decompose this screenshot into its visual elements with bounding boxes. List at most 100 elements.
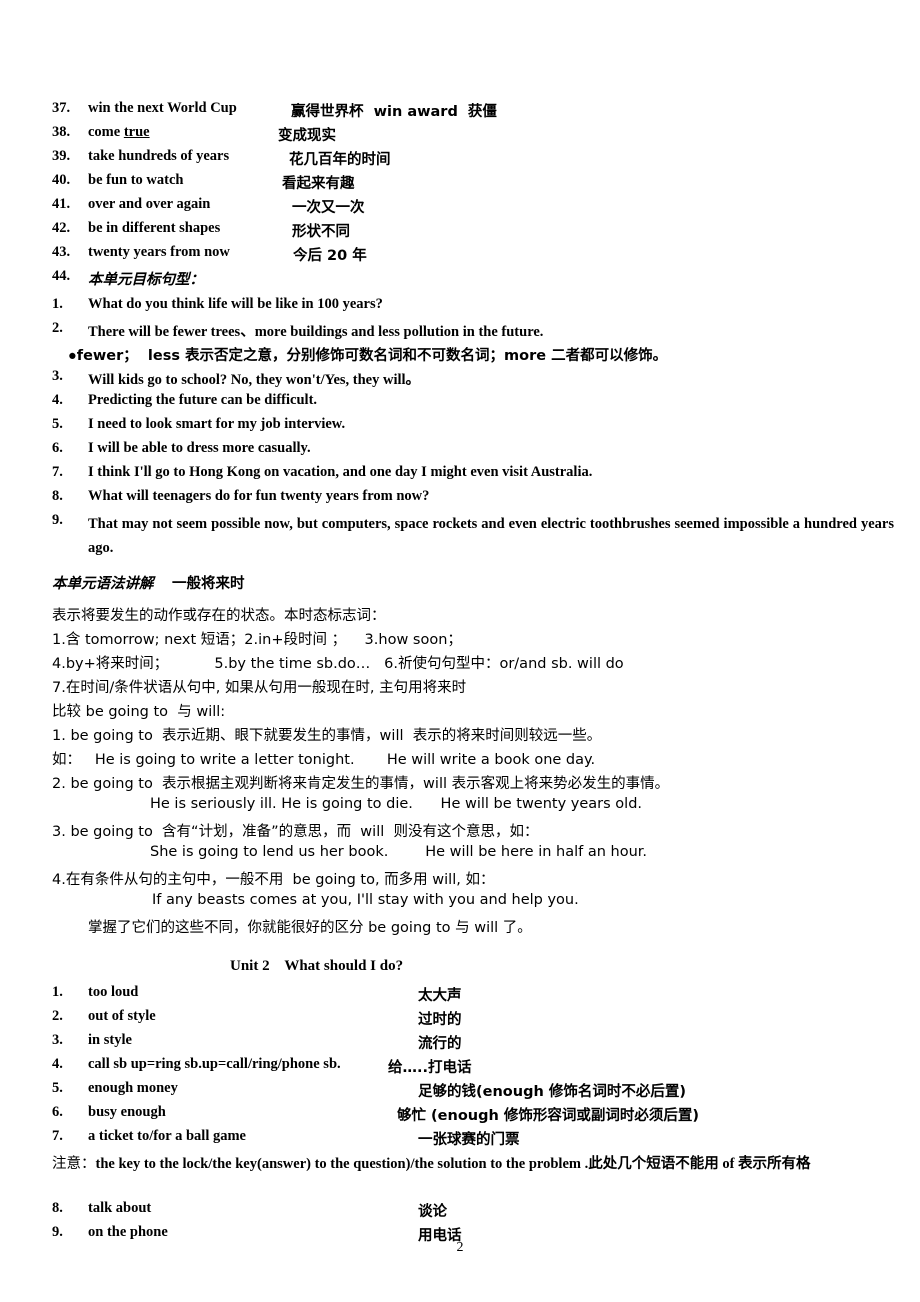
grammar-compare-example: He is seriously ill. He is going to die.…	[150, 796, 643, 812]
vocab-english: on the phone	[88, 1224, 168, 1240]
grammar-compare-example: She is going to lend us her book. He wil…	[150, 844, 648, 860]
vocab-chinese: 形状不同	[292, 224, 350, 240]
page-number: 2	[456, 1240, 464, 1255]
grammar-heading-label: 本单元语法讲解	[52, 576, 154, 592]
vocab-english: be fun to watch	[88, 172, 184, 188]
grammar-compare-example: If any beasts comes at you, I'll stay wi…	[152, 892, 579, 908]
vocab-row: 4. call sb up=ring sb.up=call/ring/phone…	[0, 1056, 920, 1080]
vocab-chinese: 够忙 (enough 修饰形容词或副词时必须后置)	[397, 1108, 699, 1124]
grammar-marker-line: 4.by+将来时间； 5.by the time sb.do… 6.祈使句句型中…	[52, 652, 624, 673]
sentence-number: 3.	[52, 368, 63, 384]
vocab-english: call sb up=ring sb.up=call/ring/phone sb…	[88, 1056, 341, 1072]
grammar-compare-line: 1. be going to 表示近期、眼下就要发生的事情，will 表示的将来…	[52, 728, 602, 744]
vocab-number: 38.	[52, 124, 71, 140]
sentence-text: What will teenagers do for fun twenty ye…	[88, 488, 430, 504]
vocab-row: 40. be fun to watch 看起来有趣	[0, 172, 920, 196]
sentence-number: 9.	[52, 512, 63, 528]
grammar-compare-line: 4.在有条件从句的主句中，一般不用 be going to, 而多用 will,…	[52, 872, 495, 888]
vocab-chinese: 今后 20 年	[293, 248, 367, 264]
vocab-english: take hundreds of years	[88, 148, 230, 164]
vocab-english: enough money	[88, 1080, 178, 1096]
sentence-number: 8.	[52, 488, 63, 504]
vocab-row: 1. too loud 太大声	[0, 984, 920, 1008]
vocab-english: talk about	[88, 1200, 152, 1216]
vocab-row: 8. talk about 谈论	[0, 1200, 920, 1224]
vocab-number: 42.	[52, 220, 71, 236]
vocab-english: a ticket to/for a ball game	[88, 1128, 246, 1144]
vocab-row: 41. over and over again 一次又一次	[0, 196, 920, 220]
vocab-row: 42. be in different shapes 形状不同	[0, 220, 920, 244]
sentence-text: I need to look smart for my job intervie…	[88, 416, 346, 432]
vocab-english: twenty years from now	[88, 244, 230, 260]
sentence-number: 7.	[52, 464, 63, 480]
vocab-chinese: 谈论	[418, 1204, 447, 1220]
grammar-compare-summary: 掌握了它们的这些不同，你就能很好的区分 be going to 与 will 了…	[88, 920, 532, 936]
sentence-number: 4.	[52, 392, 63, 408]
vocab-chinese: 看起来有趣	[282, 176, 355, 192]
vocab-row: 38. come true 变成现实	[0, 124, 920, 148]
sentence-text: I think I'll go to Hong Kong on vacation…	[88, 464, 593, 480]
vocab-chinese: 过时的	[418, 1012, 462, 1028]
vocab-row: 5. enough money 足够的钱(enough 修饰名词时不必后置)	[0, 1080, 920, 1104]
vocab-number: 1.	[52, 984, 63, 1000]
target-sentences-heading-label: 本单元目标句型：	[88, 272, 204, 288]
sentence-text: Will kids go to school? No, they won't/Y…	[88, 372, 421, 388]
unit2-title: Unit 2 What should I do?	[230, 958, 404, 974]
vocab-chinese: 给…..打电话	[388, 1060, 472, 1076]
vocab-number: 4.	[52, 1056, 63, 1072]
grammar-compare-line: 如： He is going to write a letter tonight…	[52, 752, 596, 768]
target-sentences-heading-number: 44.	[52, 268, 71, 284]
vocab-number: 40.	[52, 172, 71, 188]
vocab-english: too loud	[88, 984, 139, 1000]
sentence-text: I will be able to dress more casually.	[88, 440, 311, 456]
vocab-row: 43. twenty years from now 今后 20 年	[0, 244, 920, 268]
vocab-row: 6. busy enough 够忙 (enough 修饰形容词或副词时必须后置)	[0, 1104, 920, 1128]
unit2-note-text: the key to the lock/the key(answer) to t…	[95, 1156, 811, 1172]
unit2-note-label: 注意：	[52, 1156, 96, 1172]
vocab-number: 37.	[52, 100, 71, 116]
vocab-english: busy enough	[88, 1104, 166, 1120]
vocab-chinese: 流行的	[418, 1036, 462, 1052]
vocab-number: 8.	[52, 1200, 63, 1216]
grammar-compare-title: 比较 be going to 与 will:	[52, 704, 226, 720]
grammar-heading-tense: 一般将来时	[172, 576, 245, 592]
vocab-number: 5.	[52, 1080, 63, 1096]
vocab-chinese: 太大声	[418, 988, 462, 1004]
vocab-number: 3.	[52, 1032, 63, 1048]
vocab-chinese: 花几百年的时间	[289, 152, 391, 168]
vocab-english: come true	[88, 124, 150, 140]
sentence-text: There will be fewer trees、more buildings…	[88, 324, 544, 340]
vocab-chinese: 变成现实	[278, 128, 336, 144]
vocab-number: 6.	[52, 1104, 63, 1120]
grammar-note-fewer-text: fewer； less 表示否定之意，分别修饰可数名词和不可数名词；more 二…	[76, 348, 668, 364]
vocab-english: in style	[88, 1032, 132, 1048]
grammar-marker-text: 4.by+将来时间； 5.by the time sb.do… 6.祈使句句型中…	[52, 656, 624, 672]
target-sentences-heading-row: 44. 本单元目标句型：	[0, 268, 920, 292]
vocab-row: 2. out of style 过时的	[0, 1008, 920, 1032]
vocab-number: 7.	[52, 1128, 63, 1144]
grammar-note-fewer: ●fewer； less 表示否定之意，分别修饰可数名词和不可数名词；more …	[68, 344, 667, 365]
sentence-number: 5.	[52, 416, 63, 432]
unit2-note: 注意：the key to the lock/the key(answer) t…	[52, 1152, 908, 1176]
vocab-english-underlined: true	[123, 124, 150, 140]
sentence-text: Predicting the future can be difficult.	[88, 392, 318, 408]
vocab-row: 37. win the next World Cup 赢得世界杯 win awa…	[0, 100, 920, 124]
grammar-intro: 表示将要发生的动作或存在的状态。本时态标志词：	[52, 608, 386, 624]
sentence-number: 6.	[52, 440, 63, 456]
sentence-text: That may not seem possible now, but comp…	[88, 516, 894, 556]
sentence-number: 1.	[52, 296, 63, 312]
vocab-english: over and over again	[88, 196, 211, 212]
vocab-english: win the next World Cup	[88, 100, 237, 116]
sentence-number: 2.	[52, 320, 63, 336]
vocab-english: be in different shapes	[88, 220, 221, 236]
grammar-compare-line: 2. be going to 表示根据主观判断将来肯定发生的事情，will 表示…	[52, 776, 670, 792]
grammar-marker-line: 7.在时间/条件状语从句中, 如果从句用一般现在时, 主句用将来时	[52, 680, 467, 696]
vocab-english: out of style	[88, 1008, 156, 1024]
vocab-number: 39.	[52, 148, 71, 164]
bullet-icon: ●	[68, 348, 77, 364]
vocab-number: 2.	[52, 1008, 63, 1024]
vocab-row: 3. in style 流行的	[0, 1032, 920, 1056]
grammar-marker-line: 1.含 tomorrow; next 短语；2.in+段时间 ； 3.how s…	[52, 632, 462, 648]
grammar-compare-line: 3. be going to 含有“计划，准备”的意思，而 will 则没有这个…	[52, 824, 539, 840]
vocab-row: 7. a ticket to/for a ball game 一张球赛的门票	[0, 1128, 920, 1152]
